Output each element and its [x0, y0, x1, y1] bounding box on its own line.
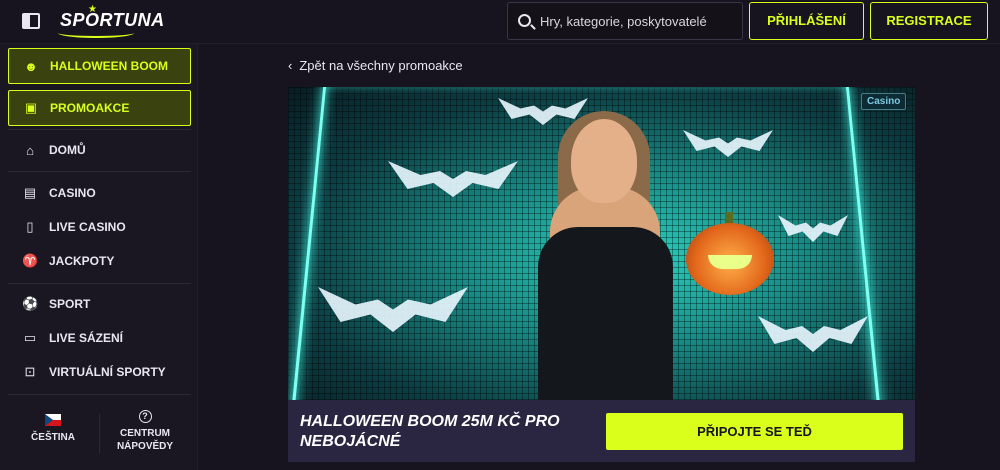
sidebar-item-label: HALLOWEEN BOOM — [50, 59, 168, 73]
divider — [8, 129, 191, 130]
sidebar-item-live-casino[interactable]: ▯ LIVE CASINO — [8, 209, 191, 245]
sidebar-toggle-icon[interactable] — [22, 13, 40, 29]
soccer-ball-icon: ⚽ — [22, 296, 39, 311]
help-center-link[interactable]: ? CENTRUM NÁPOVĚDY — [112, 410, 178, 453]
woman-dress — [538, 227, 673, 400]
join-now-button[interactable]: PŘIPOJTE SE TEĎ — [606, 413, 903, 450]
search-icon — [518, 14, 531, 27]
divider — [8, 171, 191, 172]
pumpkin-icon: ☻ — [24, 58, 38, 74]
sidebar-item-virtualni-sporty[interactable]: ⊡ VIRTUÁLNÍ SPORTY — [8, 354, 191, 390]
promo-bar: HALLOWEEN BOOM 25M KČ PRO NEBOJÁCNÉ PŘIP… — [288, 400, 915, 462]
sidebar-item-label: PROMOAKCE — [50, 101, 130, 115]
sidebar-item-sport[interactable]: ⚽ SPORT — [8, 286, 191, 322]
sidebar-item-label: SPORT — [49, 297, 91, 311]
promo-banner-image — [288, 87, 915, 400]
live-camera-icon: ▭ — [23, 330, 37, 345]
back-to-promotions-link[interactable]: ‹ Zpět na všechny promoakce — [288, 58, 463, 73]
sidebar-item-promoakce[interactable]: ▣ PROMOAKCE — [8, 90, 191, 126]
sidebar-item-domu[interactable]: ⌂ DOMŮ — [8, 132, 191, 168]
sidebar-item-live-sazeni[interactable]: ▭ LIVE SÁZENÍ — [8, 320, 191, 356]
language-label: ČEŠTINA — [31, 432, 75, 443]
search-input[interactable] — [540, 3, 740, 39]
gamepad-icon: ⊡ — [24, 364, 36, 379]
language-switcher[interactable]: ČEŠTINA — [20, 414, 86, 443]
casino-icon: ▤ — [23, 185, 37, 200]
search-box[interactable] — [507, 2, 743, 40]
divider — [8, 394, 191, 395]
top-header: SPORTUNA ★ PŘIHLÁŠENÍ REGISTRACE — [0, 0, 1000, 44]
sidebar-item-label: LIVE CASINO — [49, 220, 126, 234]
sidebar-item-halloween-boom[interactable]: ☻ HALLOWEEN BOOM — [8, 48, 191, 84]
sidebar-item-label: DOMŮ — [49, 143, 86, 157]
back-link-label: Zpět na všechny promoakce — [299, 58, 463, 73]
chevron-left-icon: ‹ — [288, 58, 293, 73]
sidebar: ☻ HALLOWEEN BOOM ▣ PROMOAKCE ⌂ DOMŮ ▤ CA… — [0, 44, 198, 470]
question-icon: ? — [138, 410, 152, 423]
help-label: CENTRUM NÁPOVĚDY — [116, 428, 174, 452]
divider — [8, 283, 191, 284]
woman-face — [571, 119, 637, 203]
register-button[interactable]: REGISTRACE — [870, 2, 988, 40]
sidebar-item-label: JACKPOTY — [49, 254, 115, 268]
sidebar-item-label: CASINO — [49, 186, 96, 200]
footer-separator — [99, 414, 100, 454]
sidebar-item-jackpoty[interactable]: ♈ JACKPOTY — [8, 243, 191, 279]
category-badge: Casino — [861, 93, 907, 110]
logo-swoosh — [58, 28, 134, 38]
jackpot-icon: ♈ — [22, 253, 39, 268]
logo-star-icon: ★ — [88, 4, 97, 15]
sidebar-item-label: LIVE SÁZENÍ — [49, 331, 124, 345]
sidebar-item-label: VIRTUÁLNÍ SPORTY — [49, 365, 166, 379]
czech-flag-icon — [45, 414, 61, 426]
login-button[interactable]: PŘIHLÁŠENÍ — [749, 2, 864, 40]
gift-icon: ▣ — [24, 100, 38, 115]
card-icon: ▯ — [26, 219, 34, 234]
home-icon: ⌂ — [26, 142, 34, 158]
sidebar-item-casino[interactable]: ▤ CASINO — [8, 175, 191, 211]
promo-title: HALLOWEEN BOOM 25M KČ PRO NEBOJÁCNÉ — [300, 413, 560, 450]
